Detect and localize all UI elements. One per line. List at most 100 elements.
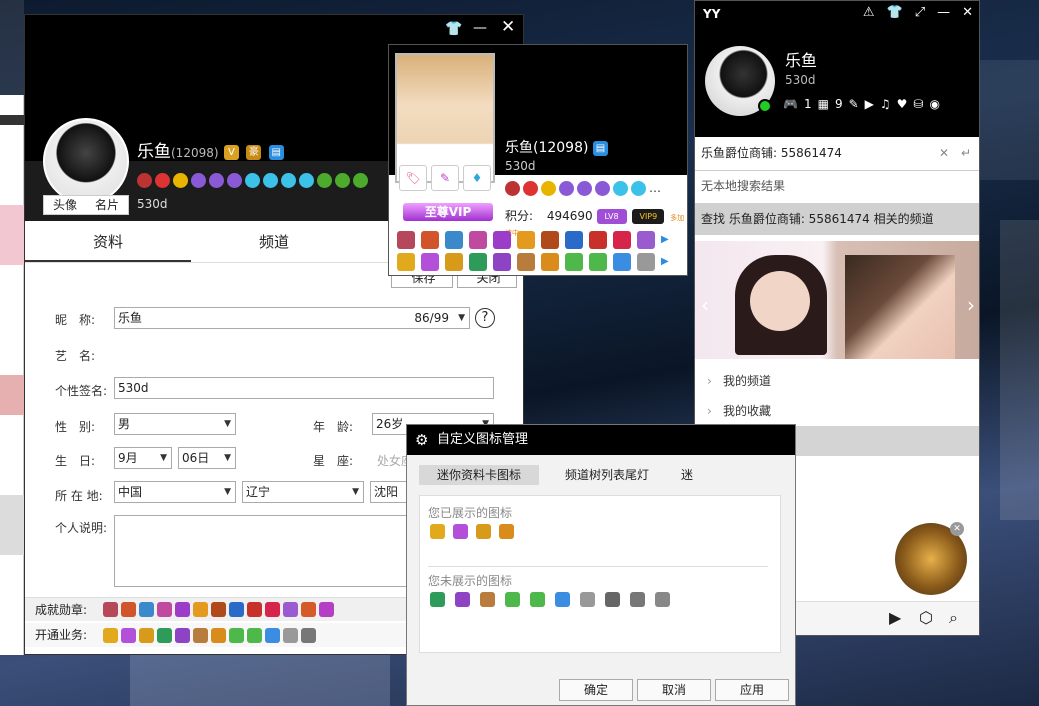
banner-next-icon[interactable]: › — [967, 293, 975, 317]
medal-icon[interactable] — [175, 602, 190, 617]
avatar[interactable] — [43, 118, 129, 204]
day-select[interactable]: 06日 — [178, 447, 236, 469]
tab-mini-card-icons[interactable]: 迷你资料卡图标 — [419, 465, 539, 485]
medal-icon[interactable] — [229, 602, 244, 617]
medal-icon[interactable] — [157, 602, 172, 617]
service-icon[interactable] — [517, 253, 535, 271]
next-arrow-icon[interactable]: ▶ — [661, 253, 679, 271]
my-favorites-item[interactable]: 我的收藏 — [695, 396, 979, 426]
medal-icon[interactable] — [103, 602, 118, 617]
medal-icon[interactable] — [493, 231, 511, 249]
service-icon[interactable] — [193, 628, 208, 643]
service-icon[interactable] — [469, 253, 487, 271]
medal-icon[interactable] — [613, 231, 631, 249]
province-select[interactable]: 辽宁 — [242, 481, 364, 503]
ok-button[interactable]: 确定 — [559, 679, 633, 701]
apply-button[interactable]: 应用 — [715, 679, 789, 701]
country-select[interactable]: 中国 — [114, 481, 236, 503]
service-icon[interactable] — [397, 253, 415, 271]
medal-icon[interactable] — [319, 602, 334, 617]
add-service-icon[interactable] — [655, 592, 670, 607]
record-icon[interactable]: ◉ — [929, 97, 939, 111]
nickname-field[interactable]: 乐鱼 86/99 — [114, 307, 470, 329]
settings-icon[interactable]: ⬡ — [919, 608, 933, 627]
cancel-button[interactable]: 取消 — [637, 679, 711, 701]
banner-prev-icon[interactable]: ‹ — [701, 293, 709, 317]
service-icon[interactable] — [175, 628, 190, 643]
edit-icon[interactable]: ✎ — [849, 97, 859, 111]
music-icon[interactable]: ♫ — [880, 97, 891, 111]
game-icon[interactable]: 🎮 — [783, 97, 798, 111]
minimize-button[interactable]: — — [473, 21, 487, 35]
live-banner[interactable]: ‹ › — [695, 241, 979, 359]
card-button[interactable]: 名片 — [86, 196, 128, 214]
add-service-icon[interactable] — [530, 592, 545, 607]
service-icon[interactable] — [589, 253, 607, 271]
service-icon[interactable] — [445, 253, 463, 271]
service-icon[interactable] — [301, 628, 316, 643]
remove-service-icon[interactable] — [476, 524, 491, 539]
add-service-icon[interactable] — [580, 592, 595, 607]
medal-icon[interactable] — [265, 602, 280, 617]
medal-icon[interactable] — [247, 602, 262, 617]
medal-icon[interactable] — [565, 231, 583, 249]
service-icon[interactable] — [211, 628, 226, 643]
service-icon[interactable] — [613, 253, 631, 271]
add-service-icon[interactable] — [455, 592, 470, 607]
next-arrow-icon[interactable]: ▶ — [661, 231, 679, 249]
tab-channel[interactable]: 频道 — [191, 221, 357, 262]
medal-icon[interactable] — [211, 602, 226, 617]
online-status-icon[interactable] — [758, 99, 772, 113]
remove-service-icon[interactable] — [453, 524, 468, 539]
service-icon[interactable] — [493, 253, 511, 271]
skin-icon[interactable]: 👕 — [887, 5, 903, 20]
medal-icon[interactable] — [421, 231, 439, 249]
more-icon[interactable]: … — [649, 181, 661, 196]
add-service-icon[interactable] — [430, 592, 445, 607]
add-service-icon[interactable] — [605, 592, 620, 607]
medal-icon[interactable] — [517, 231, 535, 249]
add-service-icon[interactable] — [630, 592, 645, 607]
add-service-icon[interactable] — [480, 592, 495, 607]
help-icon[interactable]: ? — [475, 308, 495, 328]
service-icon[interactable] — [637, 253, 655, 271]
medal-icon[interactable] — [301, 602, 316, 617]
vip-icon[interactable]: ♥ — [897, 97, 908, 111]
clear-icon[interactable]: ✕ — [939, 137, 949, 169]
service-icon[interactable] — [229, 628, 244, 643]
tab-info[interactable]: 资料 — [25, 221, 191, 262]
service-icon[interactable] — [247, 628, 262, 643]
close-icon[interactable]: ✕ — [962, 5, 973, 20]
service-icon[interactable] — [283, 628, 298, 643]
service-icon[interactable] — [139, 628, 154, 643]
medal-icon[interactable] — [637, 231, 655, 249]
video-icon[interactable]: ▶ — [889, 608, 901, 627]
medal-icon[interactable] — [193, 602, 208, 617]
remove-service-icon[interactable] — [499, 524, 514, 539]
service-icon[interactable] — [103, 628, 118, 643]
gender-select[interactable]: 男 — [114, 413, 236, 435]
avatar-button[interactable]: 头像 — [44, 196, 86, 214]
play-icon[interactable]: ▶ — [865, 97, 874, 111]
minimize-icon[interactable]: — — [937, 5, 950, 20]
search-bar[interactable]: 乐鱼爵位商铺: 55861474 ✕ ↵ — [695, 137, 979, 171]
vip-button[interactable]: 至尊VIP — [403, 203, 493, 221]
streamer-thumb-2[interactable] — [845, 255, 955, 359]
tab-more[interactable]: 迷 — [677, 465, 697, 485]
medal-icon[interactable] — [445, 231, 463, 249]
restore-icon[interactable]: ⤢ — [915, 5, 925, 20]
notice-icon[interactable]: ⚠ — [863, 5, 875, 20]
service-icon[interactable] — [121, 628, 136, 643]
medal-icon[interactable] — [589, 231, 607, 249]
tag-icon[interactable]: 🏷 — [399, 165, 427, 191]
service-icon[interactable] — [421, 253, 439, 271]
month-select[interactable]: 9月 — [114, 447, 172, 469]
tab-channel-tail-lights[interactable]: 频道树列表尾灯 — [547, 465, 667, 485]
my-channel-item[interactable]: 我的频道 — [695, 366, 979, 396]
skin-icon[interactable]: 👕 — [445, 22, 462, 36]
medal-icon[interactable] — [469, 231, 487, 249]
medal-icon[interactable] — [541, 231, 559, 249]
service-icon[interactable] — [565, 253, 583, 271]
coin-icon[interactable]: ⛁ — [913, 97, 923, 111]
add-service-icon[interactable] — [555, 592, 570, 607]
